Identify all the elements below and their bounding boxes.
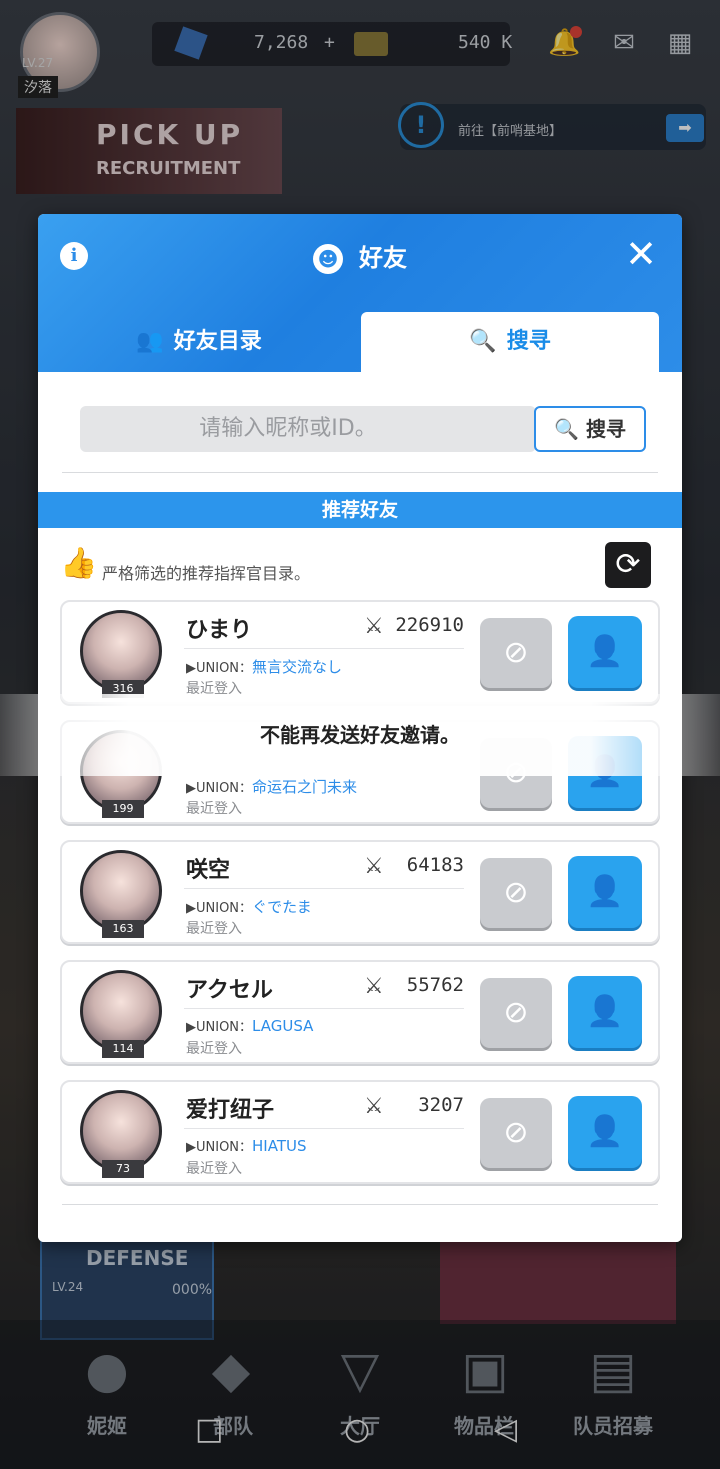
row-divider [184,1008,464,1009]
union-label: ▶UNION： [186,781,253,796]
union-info: ▶UNION：ぐでたま [186,896,312,917]
union-label: ▶UNION： [186,901,253,916]
row-divider [184,888,464,889]
list-item: 316 ひまり ⚔ 226910 ▶UNION：無言交流なし 最近登入 ⊘ 👤 [60,600,660,704]
add-friend-button[interactable]: 👤 [568,1096,642,1168]
commander-level: 73 [102,1160,144,1178]
block-icon: ⊘ [503,875,529,910]
add-friend-button[interactable]: 👤 [568,976,642,1048]
row-divider [184,648,464,649]
commander-name: アクセル [186,978,273,1003]
block-icon: ⊘ [503,995,529,1030]
union-label: ▶UNION： [186,661,253,676]
recommend-header: 推荐好友 [38,492,682,528]
thumbs-up-icon: 👍 [60,546,98,581]
union-label: ▶UNION： [186,1020,253,1035]
commander-level: 199 [102,800,144,818]
add-user-icon: 👤 [586,994,624,1029]
add-user-icon: 👤 [586,634,624,669]
crossed-swords-icon: ⚔ [364,1094,384,1119]
row-divider [184,1128,464,1129]
list-item: 114 アクセル ⚔ 55762 ▶UNION：LAGUSA 最近登入 ⊘ 👤 [60,960,660,1064]
block-button[interactable]: ⊘ [480,1098,552,1168]
smile-icon: ☻ [313,244,343,274]
list-item: 73 爱打纽子 ⚔ 3207 ▶UNION：HIATUS 最近登入 ⊘ 👤 [60,1080,660,1184]
combat-power: 64183 [406,854,464,876]
commander-name: 爱打纽子 [186,1098,275,1123]
modal-header: i ☻ 好友 ✕ 👥 好友目录 🔍 搜寻 [38,214,682,372]
divider [62,472,658,473]
crossed-swords-icon: ⚔ [364,974,384,999]
search-panel: 请输入昵称或ID。 🔍 搜寻 推荐好友 👍 严格筛选的推荐指挥官目录。 ⟳ 31… [38,372,682,1242]
tab-friend-list-label: 好友目录 [173,329,262,354]
list-item: 163 咲空 ⚔ 64183 ▶UNION：ぐでたま 最近登入 ⊘ 👤 [60,840,660,944]
block-icon: ⊘ [503,635,529,670]
last-login: 最近登入 [186,1161,242,1177]
add-friend-button[interactable]: 👤 [568,856,642,928]
union-info: ▶UNION：LAGUSA [186,1016,313,1035]
refresh-button[interactable]: ⟳ [605,542,651,588]
close-icon[interactable]: ✕ [624,234,658,274]
combat-power: 55762 [406,974,464,996]
recommend-description: 严格筛选的推荐指挥官目录。 [102,564,311,583]
union-name: HIATUS [252,1137,307,1155]
crossed-swords-icon: ⚔ [364,614,384,639]
block-icon: ⊘ [503,1115,529,1150]
combat-power: 226910 [395,614,464,636]
union-name: 命运石之门未来 [252,778,358,796]
add-user-icon: 👤 [586,874,624,909]
tab-search-label: 搜寻 [506,329,551,354]
commander-name: ひまり [186,618,253,643]
search-button[interactable]: 🔍 搜寻 [534,406,646,452]
union-name: ぐでたま [252,898,312,916]
union-name: 無言交流なし [252,658,343,676]
tab-search[interactable]: 🔍 搜寻 [361,312,659,372]
add-friend-button[interactable]: 👤 [568,616,642,688]
modal-title: ☻ 好友 [38,238,682,274]
panel-footer-divider [62,1204,658,1205]
commander-level: 114 [102,1040,144,1058]
union-name: LAGUSA [252,1017,314,1035]
search-input[interactable]: 请输入昵称或ID。 [80,406,536,452]
refresh-icon: ⟳ [615,547,641,582]
people-icon: 👥 [136,329,164,354]
last-login: 最近登入 [186,921,242,937]
union-label: ▶UNION： [186,1140,253,1155]
search-button-icon: 🔍 [554,417,579,441]
search-icon: 🔍 [469,329,497,354]
commander-name: 咲空 [186,858,231,883]
add-user-icon: 👤 [586,1114,624,1149]
last-login: 最近登入 [186,1041,242,1057]
search-button-label: 搜寻 [585,417,626,441]
commander-level: 163 [102,920,144,938]
union-info: ▶UNION：命运石之门未来 [186,776,357,797]
toast-message: 不能再发送好友邀请。 [0,694,720,776]
block-button[interactable]: ⊘ [480,618,552,688]
last-login: 最近登入 [186,801,242,817]
modal-title-text: 好友 [359,244,407,272]
tab-friend-list[interactable]: 👥 好友目录 [38,312,360,372]
combat-power: 3207 [418,1094,464,1116]
union-info: ▶UNION：HIATUS [186,1136,307,1155]
block-button[interactable]: ⊘ [480,978,552,1048]
block-button[interactable]: ⊘ [480,858,552,928]
crossed-swords-icon: ⚔ [364,854,384,879]
union-info: ▶UNION：無言交流なし [186,656,342,677]
